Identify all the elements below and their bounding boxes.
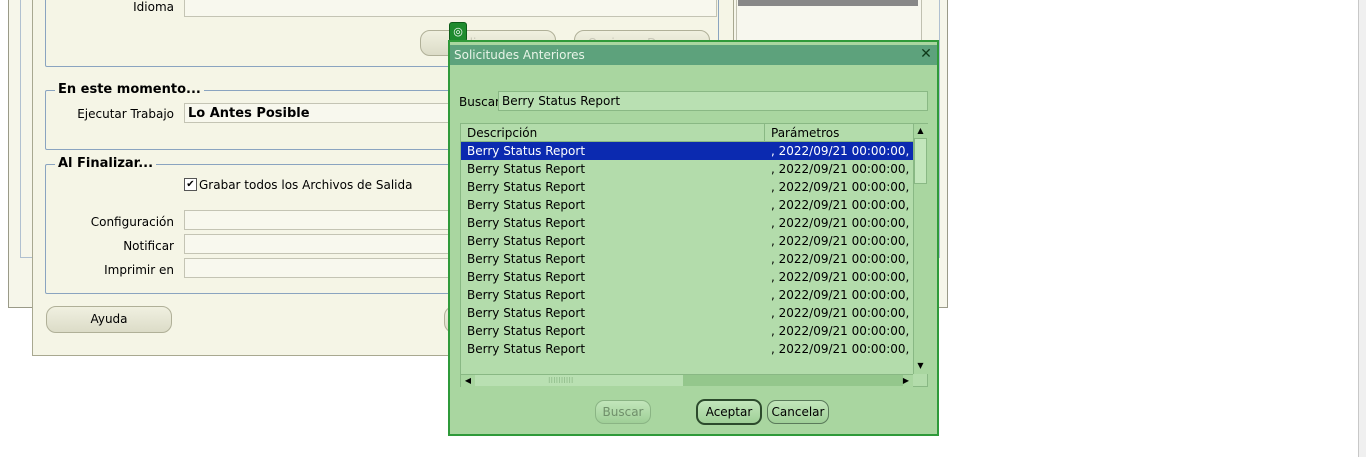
- notificar-label: Notificar: [123, 239, 174, 253]
- grabar-checkbox[interactable]: ✔: [184, 178, 197, 191]
- row-description: Berry Status Report: [467, 216, 586, 230]
- row-parameters: , 2022/09/21 00:00:00, 133: [771, 270, 913, 284]
- right-window-edge: [1358, 0, 1366, 457]
- table-row[interactable]: Berry Status Report , 2022/09/21 00:00:00…: [461, 286, 913, 304]
- close-icon[interactable]: ✕: [918, 46, 934, 62]
- row-description: Berry Status Report: [467, 306, 586, 320]
- imprimir-label: Imprimir en: [104, 263, 174, 277]
- table-row[interactable]: Berry Status Report , 2022/09/21 00:00:00…: [461, 214, 913, 232]
- scroll-grip-icon: ⁝⁝⁝⁝⁝⁝⁝⁝⁝⁝: [548, 376, 574, 385]
- scroll-right-icon[interactable]: ▶: [900, 375, 912, 386]
- row-parameters: , 2022/09/21 00:00:00, 133: [771, 180, 913, 194]
- cancelar-button[interactable]: Cancelar: [767, 400, 829, 424]
- row-description: Berry Status Report: [467, 288, 586, 302]
- table-row[interactable]: Berry Status Report , 2022/09/21 00:00:00…: [461, 304, 913, 322]
- row-description: Berry Status Report: [467, 342, 586, 356]
- aceptar-button[interactable]: Aceptar: [696, 399, 762, 425]
- row-description: Berry Status Report: [467, 270, 586, 284]
- row-description: Berry Status Report: [467, 198, 586, 212]
- row-parameters: , 2022/09/21 00:00:00, 133: [771, 306, 913, 320]
- horizontal-scroll-thumb[interactable]: [475, 375, 683, 386]
- row-parameters: , 2022/09/21 00:00:00, 133: [771, 252, 913, 266]
- grabar-checkbox-label: Grabar todos los Archivos de Salida: [199, 178, 413, 192]
- row-description: Berry Status Report: [467, 252, 586, 266]
- ayuda-button[interactable]: Ayuda: [46, 306, 172, 333]
- table-row[interactable]: Berry Status Report , 2022/09/21 00:00:00…: [461, 268, 913, 286]
- search-label: Buscar: [459, 95, 500, 109]
- row-parameters: , 2022/09/21 00:00:00, 133: [771, 288, 913, 302]
- row-parameters: , 2022/09/21 00:00:00, 133: [771, 342, 913, 356]
- table-row[interactable]: Berry Status Report , 2022/09/21 00:00:00…: [461, 160, 913, 178]
- vertical-scroll-thumb[interactable]: [914, 138, 927, 184]
- row-description: Berry Status Report: [467, 180, 586, 194]
- target-icon[interactable]: ◎: [449, 22, 467, 42]
- table-row[interactable]: Berry Status Report , 2022/09/21 00:00:00…: [461, 142, 913, 160]
- row-parameters: , 2022/09/21 00:00:00, 133: [771, 216, 913, 230]
- ejecutar-label: Ejecutar Trabajo: [77, 107, 174, 121]
- scroll-left-icon[interactable]: ◀: [462, 375, 474, 386]
- row-parameters: , 2022/09/21 00:00:00, 133: [771, 234, 913, 248]
- dialog-title: Solicitudes Anteriores: [454, 48, 585, 62]
- column-header-parameters[interactable]: Parámetros: [765, 124, 913, 142]
- row-description: Berry Status Report: [467, 324, 586, 338]
- completion-group-title: Al Finalizar...: [55, 156, 157, 171]
- table-row[interactable]: Berry Status Report , 2022/09/21 00:00:00…: [461, 250, 913, 268]
- row-parameters: , 2022/09/21 00:00:00, 133: [771, 162, 913, 176]
- table-row[interactable]: Berry Status Report , 2022/09/21 00:00:00…: [461, 178, 913, 196]
- search-input[interactable]: Berry Status Report: [498, 91, 928, 111]
- buscar-button[interactable]: Buscar: [595, 400, 651, 424]
- configuracion-label: Configuración: [90, 215, 174, 229]
- background-list-selected-item: [738, 0, 918, 6]
- row-parameters: , 2022/09/21 00:00:00, 133: [771, 324, 913, 338]
- row-parameters: , 2022/09/21 00:00:00, 133: [771, 198, 913, 212]
- row-parameters: , 2022/09/21 00:00:00, 133: [771, 144, 913, 158]
- schedule-group-title: En este momento...: [55, 82, 204, 97]
- table-row[interactable]: Berry Status Report , 2022/09/21 00:00:00…: [461, 232, 913, 250]
- row-description: Berry Status Report: [467, 234, 586, 248]
- horizontal-scroll-track: [683, 375, 903, 386]
- table-row[interactable]: Berry Status Report , 2022/09/21 00:00:00…: [461, 196, 913, 214]
- scroll-up-icon[interactable]: ▲: [914, 125, 927, 137]
- row-description: Berry Status Report: [467, 144, 586, 158]
- idioma-label: Idioma: [133, 0, 174, 14]
- table-row[interactable]: Berry Status Report , 2022/09/21 00:00:00…: [461, 322, 913, 340]
- table-row[interactable]: Berry Status Report , 2022/09/21 00:00:00…: [461, 340, 913, 358]
- idioma-field[interactable]: [184, 0, 717, 17]
- column-header-description[interactable]: Descripción: [461, 124, 765, 142]
- scroll-down-icon[interactable]: ▼: [914, 360, 927, 372]
- row-description: Berry Status Report: [467, 162, 586, 176]
